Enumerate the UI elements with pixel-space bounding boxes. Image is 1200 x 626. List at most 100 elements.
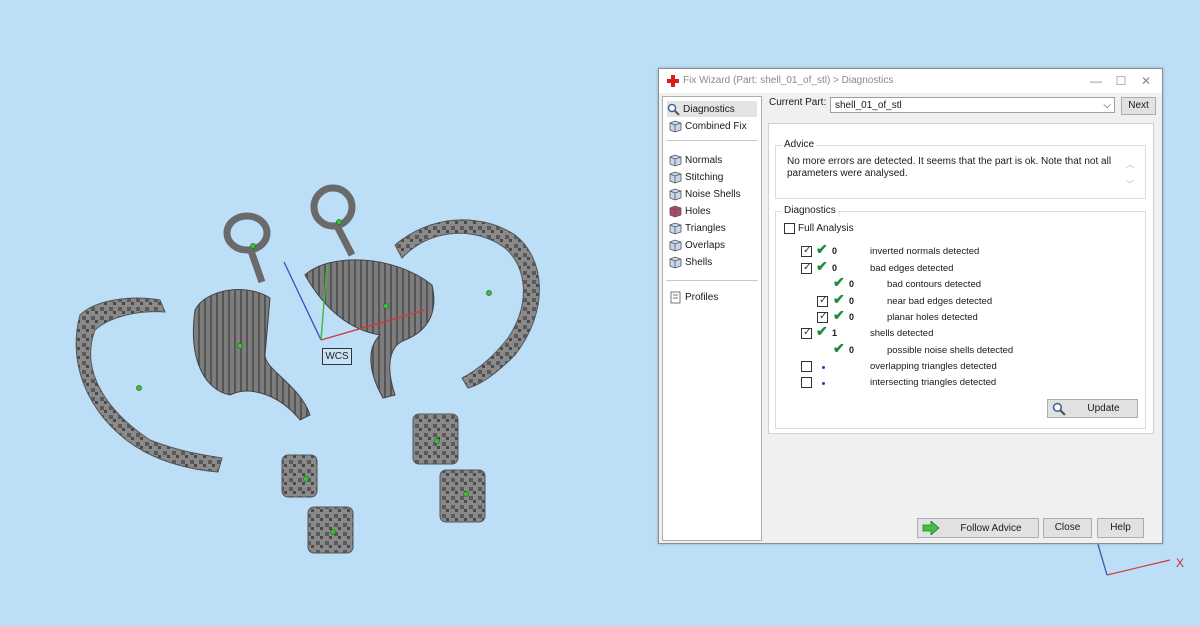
cube-icon xyxy=(669,120,682,132)
row-label: inverted normals detected xyxy=(870,246,980,257)
row-checkbox[interactable] xyxy=(801,327,812,339)
cube-icon xyxy=(669,205,682,217)
nav-item-overlaps[interactable]: Overlaps xyxy=(669,237,725,253)
title-bar[interactable]: Fix Wizard (Part: shell_01_of_stl) > Dia… xyxy=(659,69,1162,93)
row-label: intersecting triangles detected xyxy=(870,377,997,388)
help-button[interactable]: Help xyxy=(1097,518,1144,538)
scroll-down-icon[interactable]: ﹀ xyxy=(1126,179,1134,190)
cluster-1 xyxy=(281,454,318,498)
row-label: overlapping triangles detected xyxy=(870,361,997,372)
nav-label: Diagnostics xyxy=(683,103,735,115)
row-label: bad contours detected xyxy=(887,279,982,290)
follow-advice-label: Follow Advice xyxy=(960,523,1022,534)
row-count: 0 xyxy=(849,279,855,289)
nav-label: Noise Shells xyxy=(685,188,741,200)
maximize-button[interactable]: ☐ xyxy=(1109,72,1133,90)
current-part-label: Current Part: xyxy=(769,97,827,108)
cluster-2 xyxy=(307,506,354,554)
check-icon: ✔ xyxy=(833,307,845,323)
advice-text: No more errors are detected. It seems th… xyxy=(787,156,1112,179)
row-label: shells detected xyxy=(870,328,934,339)
row-label: planar holes detected xyxy=(887,312,978,323)
nav-item-diagnostics[interactable]: Diagnostics xyxy=(667,101,757,117)
row-label: possible noise shells detected xyxy=(887,345,1014,356)
full-analysis-label: Full Analysis xyxy=(798,223,854,234)
row-checkbox[interactable] xyxy=(801,377,812,388)
diagnostics-title: Diagnostics xyxy=(782,205,838,216)
nav-label: Profiles xyxy=(685,291,719,303)
dialog-title: Fix Wizard (Part: shell_01_of_stl) > Dia… xyxy=(683,75,894,86)
magnifier-icon xyxy=(667,103,680,116)
scroll-up-icon[interactable]: ︿ xyxy=(1126,159,1134,170)
cube-icon xyxy=(669,171,682,183)
row-checkbox[interactable] xyxy=(801,262,812,274)
pending-dot-icon xyxy=(822,382,825,385)
check-icon: ✔ xyxy=(833,291,845,307)
hook-right xyxy=(310,184,356,257)
fix-wizard-dialog: Fix Wizard (Part: shell_01_of_stl) > Dia… xyxy=(658,68,1163,544)
cube-icon xyxy=(669,222,682,234)
close-button[interactable]: Close xyxy=(1043,518,1092,538)
full-analysis-checkbox[interactable] xyxy=(784,223,795,234)
cube-icon xyxy=(669,239,682,251)
chevron-down-icon: ⌵ xyxy=(1103,100,1111,111)
nav-label: Holes xyxy=(685,205,711,217)
check-icon: ✔ xyxy=(833,274,845,290)
nav-item-noise-shells[interactable]: Noise Shells xyxy=(669,186,741,202)
close-window-button[interactable]: ✕ xyxy=(1134,72,1158,90)
magnifier-icon xyxy=(1052,402,1066,416)
current-part-value: shell_01_of_stl xyxy=(835,100,902,111)
row-count: 0 xyxy=(849,312,855,322)
nav-item-combined-fix[interactable]: Combined Fix xyxy=(669,118,747,134)
document-icon xyxy=(670,291,681,303)
row-label: near bad edges detected xyxy=(887,296,993,307)
fan-right xyxy=(304,259,435,399)
view-triad xyxy=(1096,539,1171,576)
nav-item-shells[interactable]: Shells xyxy=(669,254,712,270)
row-count: 0 xyxy=(832,246,838,256)
nav-label: Normals xyxy=(685,154,723,166)
update-button[interactable]: Update xyxy=(1047,399,1138,418)
nav-divider xyxy=(666,280,758,281)
cube-icon xyxy=(669,188,682,200)
row-count: 0 xyxy=(849,345,855,355)
row-count: 0 xyxy=(849,296,855,306)
nav-item-holes[interactable]: Holes xyxy=(669,203,711,219)
nav-label: Combined Fix xyxy=(685,120,747,132)
cube-icon xyxy=(669,154,682,166)
nav-label: Stitching xyxy=(685,171,724,183)
row-label: bad edges detected xyxy=(870,263,954,274)
axis-x-label: X xyxy=(1176,556,1184,570)
row-checkbox[interactable] xyxy=(817,311,828,323)
update-label: Update xyxy=(1087,403,1120,414)
fan-left xyxy=(192,289,311,421)
check-icon: ✔ xyxy=(833,340,845,356)
nav-item-triangles[interactable]: Triangles xyxy=(669,220,726,236)
check-icon: ✔ xyxy=(816,241,828,257)
nav-item-stitching[interactable]: Stitching xyxy=(669,169,723,185)
row-checkbox[interactable] xyxy=(801,245,812,257)
red-cross-icon xyxy=(667,75,679,87)
next-button[interactable]: Next xyxy=(1121,97,1156,115)
cluster-4 xyxy=(439,469,486,523)
hook-left xyxy=(223,212,271,284)
minimize-button[interactable]: — xyxy=(1084,72,1108,90)
row-checkbox[interactable] xyxy=(801,361,812,372)
nav-label: Triangles xyxy=(685,222,726,234)
arrow-right-icon xyxy=(922,521,940,535)
nav-divider xyxy=(666,140,758,141)
wcs-label: WCS xyxy=(322,348,352,365)
row-count: 0 xyxy=(832,263,838,273)
nav-item-normals[interactable]: Normals xyxy=(669,152,722,168)
check-icon: ✔ xyxy=(816,323,828,339)
row-checkbox[interactable] xyxy=(817,295,828,307)
current-part-select[interactable]: shell_01_of_stl ⌵ xyxy=(830,97,1115,113)
row-count: 1 xyxy=(832,328,838,338)
pending-dot-icon xyxy=(822,366,825,369)
nav-item-profiles[interactable]: Profiles xyxy=(669,289,718,305)
nav-label: Shells xyxy=(685,256,713,268)
follow-advice-button[interactable]: Follow Advice xyxy=(917,518,1039,538)
advice-title: Advice xyxy=(782,139,817,150)
nav-label: Overlaps xyxy=(685,239,726,251)
check-icon: ✔ xyxy=(816,258,828,274)
